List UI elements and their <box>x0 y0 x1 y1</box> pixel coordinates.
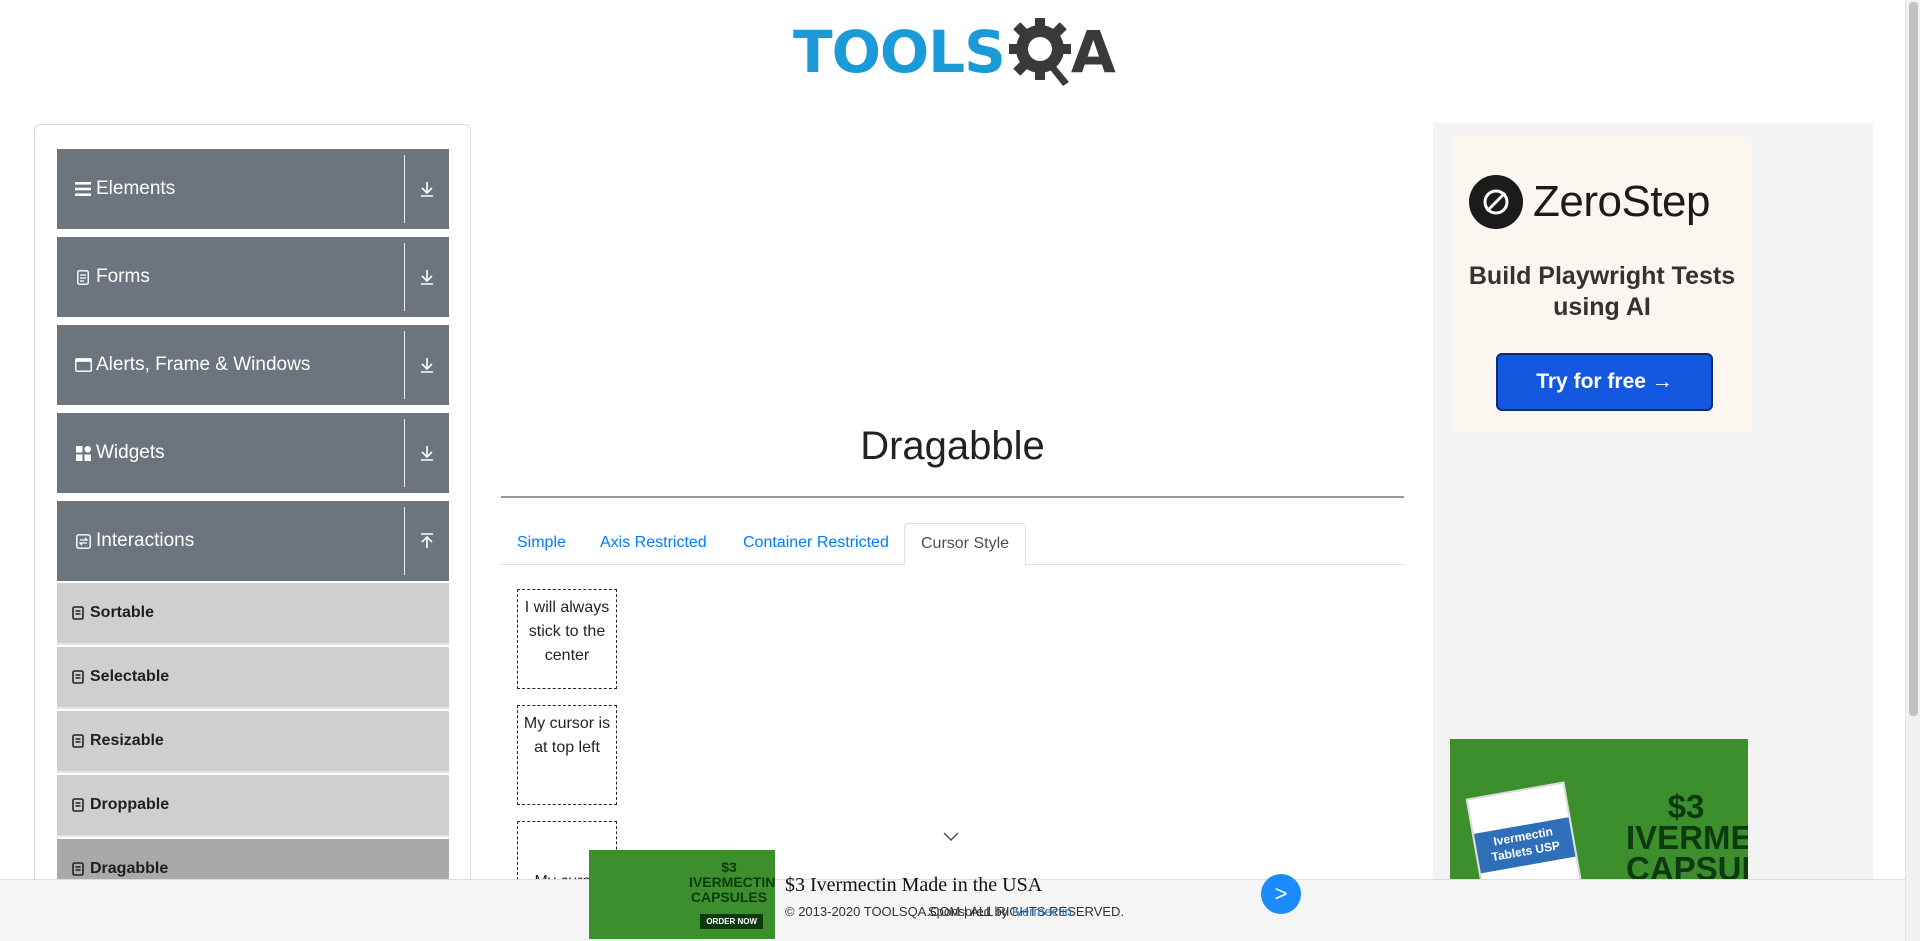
item-icon <box>72 606 84 620</box>
grid-icon <box>74 444 92 462</box>
sidebar-item-label: Droppable <box>90 796 170 813</box>
divider <box>404 243 405 311</box>
sidebar-item-label: Sortable <box>90 604 155 621</box>
sidebar-item-resizable[interactable]: Resizable <box>57 711 449 773</box>
sidebar-group-widgets[interactable]: Widgets <box>57 413 449 493</box>
zerostep-logo: ZeroStep <box>1469 175 1710 229</box>
sidebar-group-elements[interactable]: Elements <box>57 149 449 229</box>
bottom-ad-banner[interactable]: $3 IVERMECTIN CAPSULES ORDER NOW $3 Iver… <box>589 850 1301 939</box>
logo-a: A <box>1070 18 1116 86</box>
try-for-free-button[interactable]: Try for free → <box>1496 353 1713 411</box>
expand-icon[interactable] <box>415 353 439 377</box>
sidebar-item-sortable[interactable]: Sortable <box>57 583 449 645</box>
item-icon <box>72 862 84 876</box>
zerostep-ad[interactable]: ZeroStep Build Playwright Tests using AI… <box>1453 137 1751 433</box>
zerostep-tagline: Build Playwright Tests using AI <box>1468 262 1736 321</box>
page-scrollbar[interactable] <box>1905 0 1920 941</box>
sidebar-group-forms[interactable]: Forms <box>57 237 449 317</box>
page: TOOLS A Elements Forms Alerts, Frame & W… <box>0 0 1920 941</box>
right-ad-column: ZeroStep Build Playwright Tests using AI… <box>1433 123 1873 941</box>
sidebar-group-label: Alerts, Frame & Windows <box>96 354 311 375</box>
bottom-ad-image: $3 IVERMECTIN CAPSULES ORDER NOW <box>589 850 775 939</box>
item-icon <box>72 670 84 684</box>
sponsored-by-label: Sponsored by <box>928 904 1009 919</box>
zerostep-brand: ZeroStep <box>1533 177 1710 226</box>
sidebar-item-label: Dragabble <box>90 860 169 877</box>
chevron-down-icon <box>943 832 959 842</box>
bottom-ad-title[interactable]: $3 Ivermectin Made in the USA <box>785 874 1042 897</box>
sidebar-item-label: Selectable <box>90 668 170 685</box>
drag-box-top-left-cursor[interactable]: My cursor is at top left <box>517 705 617 805</box>
logo-text: TOOLS <box>793 18 1006 86</box>
divider <box>404 419 405 487</box>
page-title: Dragabble <box>860 424 1045 468</box>
expand-icon[interactable] <box>415 177 439 201</box>
divider <box>404 507 405 575</box>
collapse-icon[interactable] <box>415 529 439 553</box>
toolsqa-logo[interactable]: TOOLS A <box>793 14 1118 90</box>
bottom-ad-sponsor: Sponsored by Ivermectin <box>928 904 1072 919</box>
gear-icon <box>1008 18 1071 86</box>
drag-box-center-cursor[interactable]: I will always stick to the center <box>517 589 617 689</box>
sidebar: Elements Forms Alerts, Frame & Windows W… <box>34 124 471 941</box>
tab-bar: Simple Axis Restricted Container Restric… <box>501 523 1404 566</box>
sidebar-group-label: Widgets <box>96 442 165 463</box>
product-box-label: Ivermectin Tablets USP <box>1473 817 1576 874</box>
interactions-icon <box>74 532 92 550</box>
expand-icon[interactable] <box>415 265 439 289</box>
scrollbar-thumb[interactable] <box>1909 2 1918 716</box>
tab-axis-restricted[interactable]: Axis Restricted <box>584 523 723 565</box>
sidebar-item-label: Resizable <box>90 732 164 749</box>
window-icon <box>74 356 92 374</box>
divider <box>404 155 405 223</box>
expand-icon[interactable] <box>415 441 439 465</box>
sidebar-group-label: Forms <box>96 266 150 287</box>
divider <box>404 331 405 399</box>
item-icon <box>72 734 84 748</box>
item-icon <box>72 798 84 812</box>
promo-headline: $3 IVERMECTIN CAPSULES <box>1626 788 1748 887</box>
hamburger-icon <box>74 180 92 198</box>
order-now-label: ORDER NOW <box>700 914 763 929</box>
sidebar-item-droppable[interactable]: Droppable <box>57 775 449 837</box>
sidebar-group-interactions[interactable]: Interactions <box>57 501 449 581</box>
sidebar-group-label: Interactions <box>96 530 195 551</box>
tab-container-restricted[interactable]: Container Restricted <box>727 523 905 565</box>
bottom-ad-image-text: $3 IVERMECTIN CAPSULES <box>689 859 775 905</box>
tab-cursor-style[interactable]: Cursor Style <box>904 523 1027 566</box>
title-divider <box>501 496 1404 498</box>
sponsor-link[interactable]: Ivermectin <box>1012 904 1072 919</box>
sidebar-item-selectable[interactable]: Selectable <box>57 647 449 709</box>
sidebar-group-label: Elements <box>96 178 176 199</box>
sidebar-group-alerts[interactable]: Alerts, Frame & Windows <box>57 325 449 405</box>
bottom-ad-go-button[interactable]: > <box>1261 874 1301 914</box>
zerostep-logo-icon <box>1469 175 1523 229</box>
tab-simple[interactable]: Simple <box>501 523 582 565</box>
document-icon <box>74 268 92 286</box>
